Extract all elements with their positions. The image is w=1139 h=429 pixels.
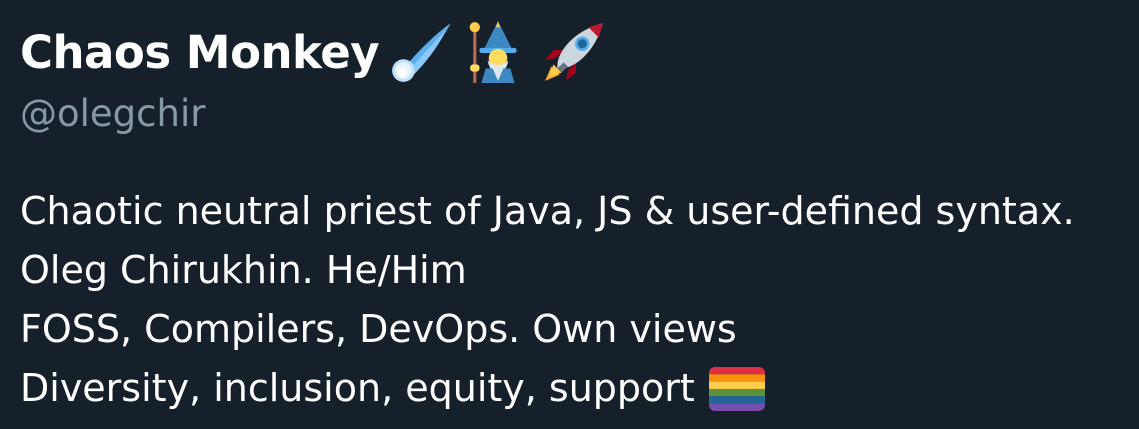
bio-line-text: Oleg Chirukhin. He/Him xyxy=(20,248,467,292)
profile-name-row: Chaos Monkey xyxy=(20,14,607,90)
rainbow-flag-icon xyxy=(708,366,765,411)
bio-line-text: Diversity, inclusion, equity, support xyxy=(20,366,695,410)
comet-icon xyxy=(389,19,455,85)
rocket-icon xyxy=(541,19,607,85)
profile-card: Chaos Monkey @olegchir Chaotic neutral p… xyxy=(0,0,1139,429)
bio-line-text: FOSS, Compilers, DevOps. Own views xyxy=(20,307,737,351)
profile-handle[interactable]: @olegchir xyxy=(20,92,205,135)
mage-icon xyxy=(465,19,531,85)
bio-line: Chaotic neutral priest of Java, JS & use… xyxy=(20,182,1130,241)
bio-line: Oleg Chirukhin. He/Him xyxy=(20,241,1130,300)
bio-line: FOSS, Compilers, DevOps. Own views xyxy=(20,300,1130,359)
display-name[interactable]: Chaos Monkey xyxy=(20,26,380,79)
bio-line-text: Chaotic neutral priest of Java, JS & use… xyxy=(20,189,1075,233)
bio-line: Diversity, inclusion, equity, support xyxy=(20,359,1130,418)
profile-bio: Chaotic neutral priest of Java, JS & use… xyxy=(20,182,1130,418)
